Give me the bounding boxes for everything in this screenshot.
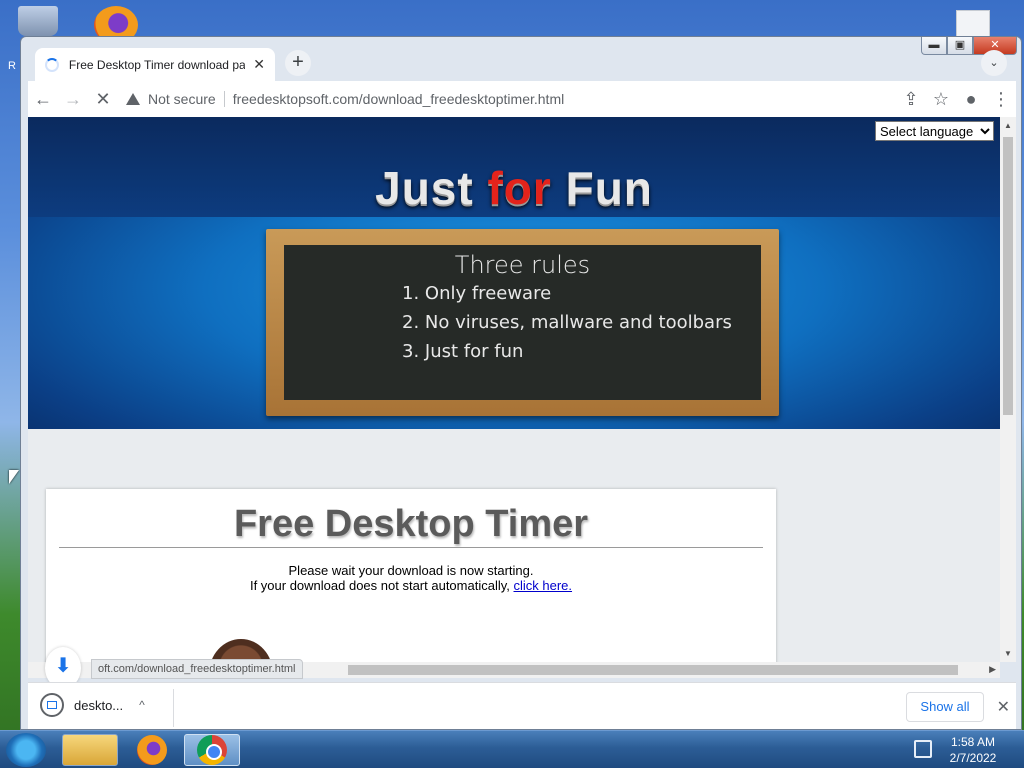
site-title: Just for Fun	[28, 161, 1000, 215]
tab-title: Free Desktop Timer download pa	[68, 57, 246, 72]
download-fallback-text: If your download does not start automati…	[249, 578, 510, 593]
status-url: oft.com/download_freedesktoptimer.html	[91, 659, 303, 679]
download-fallback-line: If your download does not start automati…	[46, 578, 776, 593]
chalkboard-title: Three rules	[454, 251, 591, 279]
start-button[interactable]	[6, 733, 46, 767]
download-item[interactable]: deskto... ^	[40, 693, 145, 717]
taskbar: 1:58 AM 2/7/2022	[0, 730, 1024, 768]
download-page-title: Free Desktop Timer	[233, 503, 589, 545]
new-tab-button[interactable]: +	[285, 50, 311, 76]
security-label[interactable]: Not secure	[148, 91, 216, 107]
chevron-up-icon[interactable]: ^	[139, 698, 145, 712]
rule-item: 2. No viruses, mallware and toolbars	[402, 312, 732, 333]
download-arrow-icon: ⬇	[54, 655, 72, 677]
desktop-label-partial: R	[8, 60, 16, 72]
scroll-right-arrow-icon[interactable]: ▶	[989, 664, 996, 675]
navigation-toolbar: ← → ✕ Not secure freedesktopsoft.com/dow…	[28, 81, 1016, 117]
back-button[interactable]: ←	[28, 84, 58, 114]
warning-icon[interactable]	[126, 93, 140, 105]
title-divider	[59, 547, 763, 548]
download-progress-icon	[40, 693, 64, 717]
menu-icon[interactable]: ⋮	[986, 84, 1016, 114]
scroll-down-arrow-icon[interactable]: ▼	[1004, 649, 1012, 658]
tab-search-button[interactable]: ⌄	[981, 50, 1007, 76]
taskbar-chrome-icon[interactable]	[184, 734, 240, 766]
rule-item: 3. Just for fun	[402, 341, 524, 362]
share-icon[interactable]: ⇪	[896, 84, 926, 114]
forward-button[interactable]: →	[58, 84, 88, 114]
chalkboard-frame: Three rules 1. Only freeware 2. No virus…	[266, 229, 779, 416]
tab-active[interactable]: Free Desktop Timer download pa ✕	[35, 48, 275, 81]
clock-date: 2/7/2022	[949, 751, 997, 765]
show-all-button[interactable]: Show all	[906, 692, 984, 722]
clock-time: 1:58 AM	[950, 735, 996, 749]
download-filename[interactable]: deskto...	[74, 698, 123, 713]
tab-strip: Free Desktop Timer download pa ✕ + ⌄	[29, 45, 1021, 81]
scroll-up-arrow-icon[interactable]: ▲	[1004, 121, 1012, 130]
horizontal-scroll-thumb[interactable]	[348, 665, 958, 675]
vertical-scrollbar[interactable]: ▲ ▼	[1000, 117, 1016, 662]
loading-spinner-icon	[45, 57, 59, 72]
site-title-part2: for	[487, 162, 552, 214]
download-shelf: deskto... ^ Show all ✕	[28, 682, 1016, 729]
bookmark-star-icon[interactable]: ☆	[926, 84, 956, 114]
url-text[interactable]: freedesktopsoft.com/download_freedesktop…	[233, 91, 565, 107]
tab-close-icon[interactable]: ✕	[253, 56, 265, 73]
page-viewport: Select language Just for Fun Three rules…	[28, 117, 1000, 662]
system-clock[interactable]: 1:58 AM 2/7/2022	[938, 734, 1008, 766]
rule-item: 1. Only freeware	[402, 283, 552, 304]
browser-window: ▬ ▣ ✕ Free Desktop Timer download pa ✕ +…	[20, 36, 1022, 730]
stop-loading-button[interactable]: ✕	[88, 84, 118, 114]
address-divider	[223, 91, 225, 107]
close-shelf-icon[interactable]: ✕	[997, 697, 1010, 717]
download-wait-text: Please wait your download is now startin…	[288, 563, 534, 578]
chalkboard: Three rules 1. Only freeware 2. No virus…	[284, 245, 761, 400]
site-title-part3: Fun	[551, 162, 653, 214]
download-card: Free Desktop Timer Please wait your down…	[46, 489, 776, 662]
network-icon[interactable]	[914, 740, 932, 758]
site-header: Select language Just for Fun Three rules…	[28, 117, 1000, 429]
download-message: Please wait your download is now startin…	[46, 563, 776, 593]
mouse-cursor-icon	[9, 470, 19, 484]
address-bar[interactable]: Not secure freedesktopsoft.com/download_…	[126, 85, 894, 113]
shelf-divider	[173, 689, 174, 727]
language-select[interactable]: Select language	[875, 121, 994, 141]
toolbar-actions: ⇪ ☆ ● ⋮	[896, 84, 1016, 114]
site-title-part1: Just	[375, 162, 488, 214]
click-here-link[interactable]: click here.	[514, 578, 573, 593]
profile-icon[interactable]: ●	[956, 84, 986, 114]
vertical-scroll-thumb[interactable]	[1003, 137, 1013, 415]
recycle-bin-icon[interactable]	[18, 6, 58, 36]
taskbar-explorer-icon[interactable]	[62, 734, 118, 766]
taskbar-firefox-icon[interactable]	[124, 734, 180, 766]
